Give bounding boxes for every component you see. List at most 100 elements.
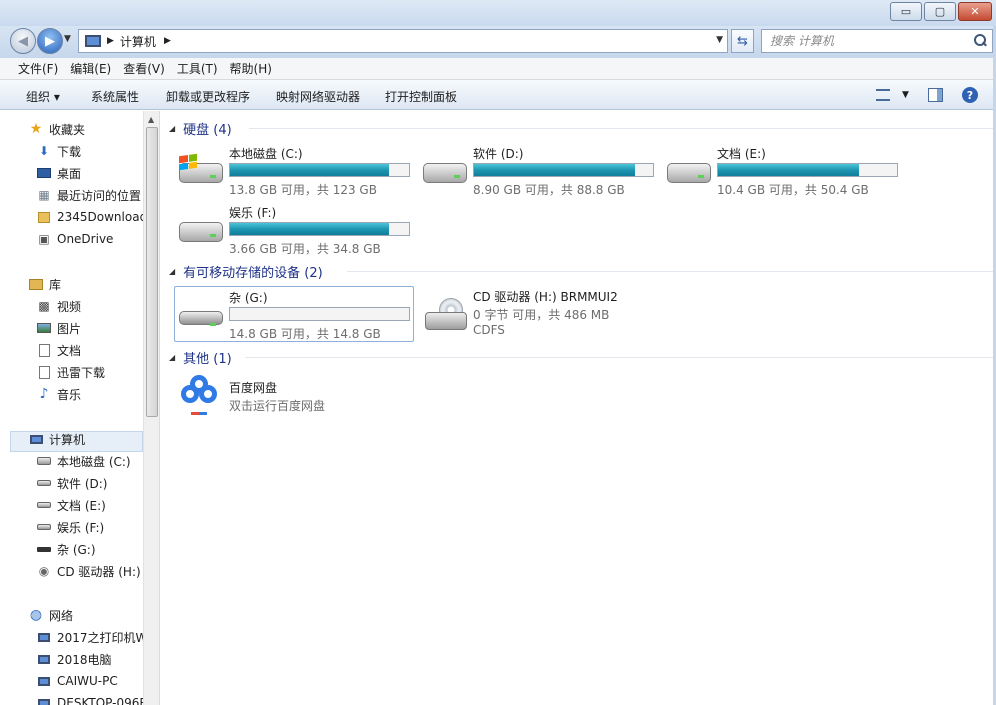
menu-file[interactable]: 文件(F) <box>12 60 64 77</box>
computer-icon <box>83 34 101 48</box>
nav-drive-c[interactable]: 本地磁盘 (C:) <box>36 451 131 471</box>
nav-network-computer[interactable]: CAIWU-PC <box>36 671 118 691</box>
search-box <box>761 29 993 53</box>
collapse-triangle-icon[interactable]: ◢ <box>169 124 175 133</box>
nav-onedrive[interactable]: ▣ OneDrive <box>36 229 113 249</box>
removable-drive-icon <box>179 299 225 333</box>
preview-pane-button[interactable] <box>928 85 943 105</box>
nav-network-computer[interactable]: 2018电脑 <box>36 649 112 669</box>
content-pane: ◢ 硬盘 (4) 本地磁盘 (C:) 13.8 GB 可用，共 123 GB 软… <box>161 111 996 705</box>
hard-drive-icon <box>667 155 713 189</box>
navigation-pane: ★ 收藏夹 ⬇ 下载 桌面 ▦ 最近访问的位置 2345Downloads ▣ … <box>0 111 160 705</box>
usage-fill <box>230 164 390 176</box>
drive-e[interactable]: 文档 (E:) 10.4 GB 可用，共 50.4 GB <box>663 143 903 199</box>
drive-g[interactable]: 杂 (G:) 14.8 GB 可用，共 14.8 GB <box>174 286 414 342</box>
search-input[interactable] <box>770 34 970 48</box>
open-control-panel-button[interactable]: 打开控制面板 <box>385 88 457 105</box>
nav-network-computer[interactable]: 2017之打印机W <box>36 627 147 647</box>
help-icon: ? <box>962 87 978 103</box>
hard-drive-icon <box>423 155 469 189</box>
usage-fill <box>230 223 390 235</box>
minimize-button[interactable]: ▭ <box>890 2 922 21</box>
nav-network-computer[interactable]: DESKTOP-096R <box>36 693 148 705</box>
maximize-button[interactable]: ▢ <box>924 2 956 21</box>
menu-edit[interactable]: 编辑(E) <box>64 60 117 77</box>
nav-2345downloads[interactable]: 2345Downloads <box>36 207 153 227</box>
nav-drive-e[interactable]: 文档 (E:) <box>36 495 106 515</box>
collapse-triangle-icon[interactable]: ◢ <box>169 267 175 276</box>
nav-xunlei-downloads[interactable]: 迅雷下载 <box>36 362 105 382</box>
help-button[interactable]: ? <box>962 85 978 105</box>
nav-recent-places[interactable]: ▦ 最近访问的位置 <box>36 185 141 205</box>
desktop-icon <box>36 165 52 181</box>
drive-c[interactable]: 本地磁盘 (C:) 13.8 GB 可用，共 123 GB <box>175 143 415 199</box>
scroll-up-arrow-icon[interactable]: ▲ <box>148 115 154 124</box>
hard-drive-icon <box>36 475 52 491</box>
nav-downloads[interactable]: ⬇ 下载 <box>36 141 81 161</box>
video-icon: ▩ <box>38 299 50 313</box>
removable-drive-icon <box>36 541 52 557</box>
nav-desktop[interactable]: 桌面 <box>36 163 81 183</box>
preview-pane-icon <box>928 88 943 102</box>
recent-pages-dropdown-icon[interactable]: ▼ <box>64 34 71 44</box>
cd-drive-icon: ◉ <box>38 564 50 578</box>
drive-f[interactable]: 娱乐 (F:) 3.66 GB 可用，共 34.8 GB <box>175 202 415 258</box>
nav-scrollbar[interactable]: ▲ <box>143 111 159 705</box>
back-button[interactable]: ◀ <box>10 28 36 54</box>
drive-usage-bar <box>717 163 898 177</box>
nav-drive-h[interactable]: ◉ CD 驱动器 (H:) B <box>36 561 153 581</box>
menu-help[interactable]: 帮助(H) <box>224 60 278 77</box>
breadcrumb-chevron-icon[interactable]: ▶ <box>107 36 114 46</box>
menu-tools[interactable]: 工具(T) <box>171 60 224 77</box>
breadcrumb-chevron-icon[interactable]: ▶ <box>164 36 171 46</box>
drive-usage-bar <box>473 163 654 177</box>
baidu-netdisk-item[interactable]: 百度网盘 双击运行百度网盘 <box>175 373 415 423</box>
computer-icon <box>36 629 52 645</box>
library-icon <box>28 276 44 292</box>
drive-usage-bar <box>229 222 410 236</box>
group-removable-storage[interactable]: ◢ 有可移动存储的设备 (2) <box>169 261 994 281</box>
nav-network[interactable]: ◍ 网络 <box>28 605 73 625</box>
baidu-netdisk-icon <box>181 375 221 419</box>
nav-computer[interactable]: 计算机 <box>28 429 85 449</box>
map-network-drive-button[interactable]: 映射网络驱动器 <box>276 88 360 105</box>
nav-videos[interactable]: ▩ 视频 <box>36 296 81 316</box>
address-bar[interactable]: ▶ 计算机 ▶ ▼ <box>78 29 728 53</box>
breadcrumb-computer[interactable]: 计算机 <box>120 33 156 50</box>
organize-button[interactable]: 组织 ▾ <box>26 88 60 105</box>
group-hard-disks[interactable]: ◢ 硬盘 (4) <box>169 118 994 138</box>
menu-view[interactable]: 查看(V) <box>117 60 171 77</box>
drive-h[interactable]: CD 驱动器 (H:) BRMMUI2 0 字节 可用，共 486 MB CDF… <box>419 286 659 342</box>
group-other[interactable]: ◢ 其他 (1) <box>169 347 994 367</box>
change-view-button[interactable]: ▼ <box>876 85 909 105</box>
nav-drive-g[interactable]: 杂 (G:) <box>36 539 96 559</box>
drive-d[interactable]: 软件 (D:) 8.90 GB 可用，共 88.8 GB <box>419 143 659 199</box>
nav-music[interactable]: ♪ 音乐 <box>36 384 81 404</box>
nav-drive-d[interactable]: 软件 (D:) <box>36 473 107 493</box>
cd-drive-icon <box>423 298 469 332</box>
forward-button[interactable]: ▶ <box>37 28 63 54</box>
uninstall-program-button[interactable]: 卸载或更改程序 <box>166 88 250 105</box>
folder-icon <box>36 209 52 225</box>
scrollbar-thumb[interactable] <box>146 127 158 417</box>
downloads-folder-icon: ⬇ <box>38 144 50 158</box>
drive-usage-bar <box>229 163 410 177</box>
search-icon[interactable] <box>974 34 986 46</box>
nav-documents[interactable]: 文档 <box>36 340 81 360</box>
view-options-icon <box>876 89 890 101</box>
nav-pictures[interactable]: 图片 <box>36 318 81 338</box>
nav-favorites[interactable]: ★ 收藏夹 <box>28 119 85 139</box>
refresh-button[interactable]: ⇆ <box>731 29 754 53</box>
network-icon: ◍ <box>29 607 43 623</box>
collapse-triangle-icon[interactable]: ◢ <box>169 353 175 362</box>
music-note-icon: ♪ <box>39 386 49 402</box>
hard-drive-icon <box>36 519 52 535</box>
close-button[interactable]: ✕ <box>958 2 992 21</box>
hard-drive-icon <box>36 497 52 513</box>
address-dropdown-icon[interactable]: ▼ <box>716 35 723 45</box>
command-bar: 组织 ▾ 系统属性 卸载或更改程序 映射网络驱动器 打开控制面板 ▼ ? <box>0 80 996 110</box>
nav-drive-f[interactable]: 娱乐 (F:) <box>36 517 104 537</box>
system-properties-button[interactable]: 系统属性 <box>91 88 139 105</box>
nav-libraries[interactable]: 库 <box>28 274 61 294</box>
title-bar: ▭ ▢ ✕ <box>0 0 996 26</box>
